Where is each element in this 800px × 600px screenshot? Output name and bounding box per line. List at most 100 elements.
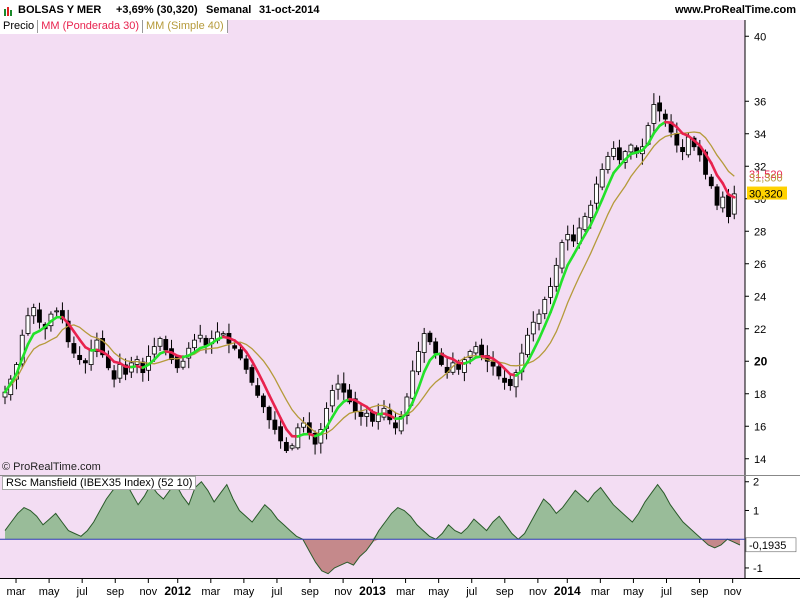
candle-body <box>25 315 31 334</box>
candle-body <box>335 383 341 390</box>
x-tick-label: sep <box>301 586 319 598</box>
candle-body <box>530 321 536 335</box>
candle-body <box>88 349 94 365</box>
candle-body <box>278 426 284 442</box>
price-chart: 1416182022242628303234364031,52031,30030… <box>0 20 800 598</box>
x-tick-label: 2014 <box>554 584 581 598</box>
rsc-tick-label: 1 <box>753 505 759 517</box>
x-tick-label: 2013 <box>359 584 386 598</box>
candle-body <box>358 411 364 417</box>
candle-body <box>651 104 657 124</box>
candle-body <box>588 204 594 218</box>
x-tick-label: jul <box>270 586 282 598</box>
candle-body <box>720 196 726 209</box>
indicator-legend: Precio MM (Ponderada 30) MM (Simple 40) <box>0 20 228 34</box>
rsc-title[interactable]: RSc Mansfield (IBEX35 Index) (52 10) <box>2 476 197 490</box>
candle-body <box>507 378 513 387</box>
candle-body <box>605 156 611 171</box>
candle-body <box>341 383 347 393</box>
legend-price[interactable]: Precio <box>0 20 39 33</box>
x-tick-label: jul <box>465 586 477 598</box>
last-value-label: 30,320 <box>749 189 783 201</box>
candle-body <box>726 194 731 218</box>
candle-body <box>192 339 197 349</box>
candle-body <box>255 385 261 396</box>
candle-body <box>433 341 439 354</box>
candle-body <box>249 367 255 383</box>
x-tick-label: sep <box>691 586 709 598</box>
candle-body <box>375 414 381 422</box>
candle-body <box>54 310 60 313</box>
x-tick-label: nov <box>334 586 352 598</box>
candle-body <box>473 346 479 354</box>
candle-body <box>180 360 186 368</box>
candle-body <box>427 332 433 343</box>
candle-body <box>329 390 335 407</box>
candle-body <box>680 147 685 153</box>
candle-body <box>117 364 123 379</box>
x-tick-label: mar <box>7 586 26 598</box>
candle-body <box>502 377 507 383</box>
candle-body <box>662 113 668 120</box>
candle-body <box>37 309 42 323</box>
candle-body <box>542 299 548 315</box>
candle-body <box>111 370 117 380</box>
price-tick-label: 34 <box>754 129 766 141</box>
chart-window: BOLSAS Y MER +3,69% (30,320) Semanal 31-… <box>0 0 800 600</box>
legend-wma[interactable]: MM (Ponderada 30) <box>38 20 144 33</box>
candle-body <box>157 338 163 347</box>
price-tick-label: 16 <box>754 421 766 433</box>
candle-body <box>421 333 427 353</box>
x-tick-label: sep <box>106 586 124 598</box>
candle-body <box>714 186 720 206</box>
candle-body <box>272 419 278 430</box>
candle-body <box>479 344 485 357</box>
candle-body <box>548 286 553 298</box>
candle-body <box>565 234 571 241</box>
price-tick-label: 26 <box>754 259 766 271</box>
x-tick-label: sep <box>496 586 514 598</box>
candle-body <box>582 216 588 231</box>
price-tick-label: 28 <box>754 226 766 238</box>
copyright-text: © ProRealTime.com <box>2 461 101 473</box>
candle-body <box>410 370 416 399</box>
candle-body <box>553 264 559 287</box>
candle-body <box>203 337 209 346</box>
candle-body <box>496 366 502 377</box>
rsc-tick-label: 2 <box>753 477 759 489</box>
candle-body <box>657 102 663 112</box>
x-tick-label: jul <box>76 586 88 598</box>
candle-body <box>416 351 421 373</box>
price-tick-label: 18 <box>754 389 766 401</box>
rsc-tick-label: -1 <box>753 563 763 575</box>
candle-body <box>220 333 226 336</box>
candle-body <box>594 183 599 204</box>
legend-sma[interactable]: MM (Simple 40) <box>143 20 228 33</box>
x-tick-label: nov <box>724 586 742 598</box>
candle-body <box>238 349 243 359</box>
candle-body <box>289 445 295 449</box>
candle-body <box>559 242 565 269</box>
x-tick-label: mar <box>591 586 610 598</box>
candle-body <box>71 343 77 354</box>
price-tick-label: 22 <box>754 324 766 336</box>
candle-body <box>197 334 203 339</box>
candle-body <box>685 136 691 156</box>
candle-body <box>708 176 714 187</box>
candle-body <box>628 144 634 153</box>
price-tick-label: 36 <box>754 96 766 108</box>
candle-body <box>266 406 272 421</box>
x-tick-label: jul <box>660 586 672 598</box>
candle-body <box>364 412 370 417</box>
x-tick-label: may <box>623 586 644 598</box>
candle-body <box>611 147 617 157</box>
x-tick-label: mar <box>396 586 415 598</box>
candle-body <box>456 363 462 370</box>
candle-body <box>393 422 398 429</box>
x-tick-label: 2012 <box>164 584 191 598</box>
candle-body <box>283 441 289 452</box>
candle-body <box>31 307 37 317</box>
candle-body <box>163 339 169 351</box>
candle-body <box>461 359 467 373</box>
x-tick-label: nov <box>529 586 547 598</box>
